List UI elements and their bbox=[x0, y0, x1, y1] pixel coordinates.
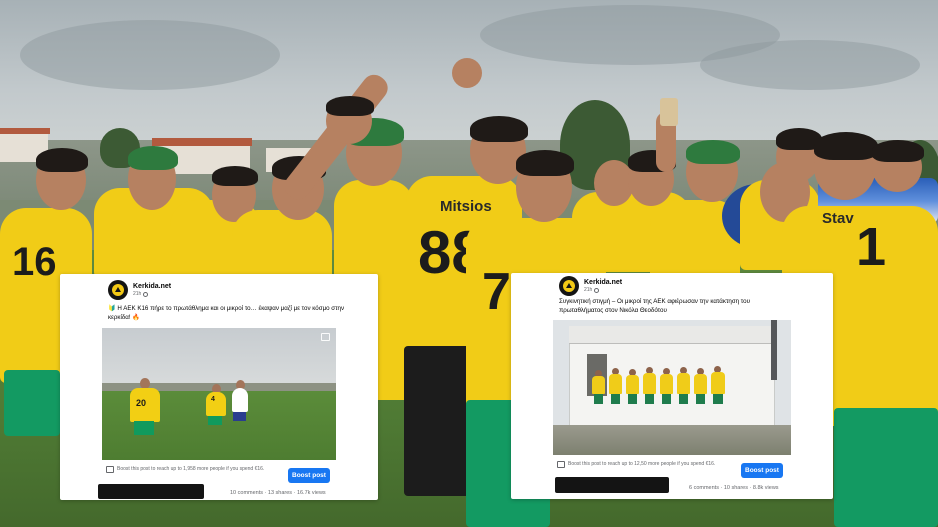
redacted-block bbox=[555, 477, 669, 493]
post-image[interactable]: 20 4 bbox=[102, 328, 336, 460]
image-kid-jersey bbox=[677, 373, 690, 394]
player-hair bbox=[36, 148, 88, 172]
jersey-name: Stav bbox=[822, 210, 854, 227]
image-ground bbox=[553, 425, 791, 455]
image-kid-shorts bbox=[611, 394, 620, 404]
post-stats[interactable]: 10 comments · 13 shares · 16.7k views bbox=[230, 490, 326, 496]
image-building-roof bbox=[569, 326, 775, 344]
boost-post-button[interactable]: Boost post bbox=[288, 468, 330, 483]
globe-icon bbox=[594, 288, 600, 293]
boost-row: Boost this post to reach up to 1,958 mor… bbox=[106, 466, 286, 473]
image-kid-jersey bbox=[643, 373, 656, 394]
post-time-label: 21h bbox=[584, 287, 593, 293]
roof bbox=[152, 138, 252, 146]
jersey-name: Mitsios bbox=[440, 198, 492, 215]
player-hair bbox=[872, 140, 924, 162]
image-kid-jersey bbox=[711, 372, 725, 394]
image-kid-shorts bbox=[696, 394, 705, 404]
player-hair bbox=[516, 150, 574, 176]
roof bbox=[0, 128, 50, 134]
cloud bbox=[700, 40, 920, 90]
redacted-block bbox=[98, 484, 204, 499]
kerkida-logo-icon[interactable] bbox=[108, 280, 128, 300]
jersey-number: 1 bbox=[856, 217, 887, 277]
image-player-shorts bbox=[134, 421, 154, 435]
player-hair bbox=[814, 132, 878, 160]
player-hair bbox=[686, 140, 740, 164]
jersey-number: 16 bbox=[12, 240, 57, 284]
image-jersey-number: 4 bbox=[211, 396, 215, 403]
player-hair bbox=[128, 146, 178, 170]
player-shorts bbox=[834, 408, 938, 527]
raised-fist bbox=[452, 58, 482, 88]
player-hair bbox=[212, 166, 258, 186]
globe-icon bbox=[143, 292, 149, 297]
post-image[interactable] bbox=[553, 320, 791, 455]
image-kid-jersey bbox=[694, 374, 707, 394]
image-pole bbox=[771, 320, 777, 380]
page-name[interactable]: Kerkida.net bbox=[133, 282, 171, 291]
image-jersey-number: 20 bbox=[136, 398, 147, 408]
page-name[interactable]: Kerkida.net bbox=[584, 278, 622, 287]
boost-post-button[interactable]: Boost post bbox=[741, 463, 783, 478]
post-header: Kerkida.net 21h bbox=[559, 276, 622, 296]
image-kid-jersey bbox=[626, 375, 639, 394]
post-text: Συγκινητική στιγμή – Οι μικροί της ΑΕΚ α… bbox=[559, 298, 750, 314]
image-kid-shorts bbox=[713, 394, 723, 404]
post-stats[interactable]: 6 comments · 10 shares · 8.8k views bbox=[689, 485, 779, 491]
boost-row: Boost this post to reach up to 12,50 mor… bbox=[557, 461, 737, 468]
image-kid-shorts bbox=[628, 394, 637, 404]
post-time[interactable]: 21h bbox=[133, 291, 171, 298]
boost-chart-icon bbox=[106, 466, 114, 473]
post-time-label: 21h bbox=[133, 291, 142, 297]
image-kid-shorts bbox=[645, 394, 654, 404]
kerkida-logo-icon[interactable] bbox=[559, 276, 579, 296]
facebook-post-card[interactable]: Kerkida.net 21h Συγκινητική στιγμή – Οι … bbox=[511, 273, 833, 499]
image-player-shorts bbox=[208, 416, 222, 425]
image-player-jersey bbox=[206, 392, 226, 416]
image-kid-shorts bbox=[662, 394, 671, 404]
image-kid-shorts bbox=[594, 394, 603, 404]
post-time[interactable]: 21h bbox=[584, 287, 622, 294]
image-player-jersey bbox=[232, 388, 248, 412]
image-kid-jersey bbox=[660, 374, 673, 394]
player-shorts bbox=[4, 370, 60, 436]
boost-chart-icon bbox=[557, 461, 565, 468]
boost-text: Boost this post to reach up to 1,958 mor… bbox=[117, 466, 265, 473]
post-header: Kerkida.net 21h bbox=[108, 280, 171, 300]
image-player-shorts bbox=[233, 412, 246, 421]
expand-icon[interactable] bbox=[321, 333, 330, 341]
boost-text: Boost this post to reach up to 12,50 mor… bbox=[568, 461, 716, 468]
image-sky bbox=[102, 328, 336, 392]
image-kid-jersey bbox=[609, 374, 622, 394]
player-hair bbox=[470, 116, 528, 142]
cloud bbox=[20, 20, 280, 90]
jersey-number: 7 bbox=[482, 263, 511, 321]
player-hair bbox=[326, 96, 374, 116]
phone bbox=[660, 98, 678, 126]
post-text: 🔰 Η ΑΕΚ Κ16 πήρε το πρωτάθλημα και οι μι… bbox=[108, 305, 345, 321]
image-kid-jersey bbox=[592, 376, 605, 394]
facebook-post-card[interactable]: Kerkida.net 21h 🔰 Η ΑΕΚ Κ16 πήρε το πρωτ… bbox=[60, 274, 378, 500]
image-kid-shorts bbox=[679, 394, 688, 404]
